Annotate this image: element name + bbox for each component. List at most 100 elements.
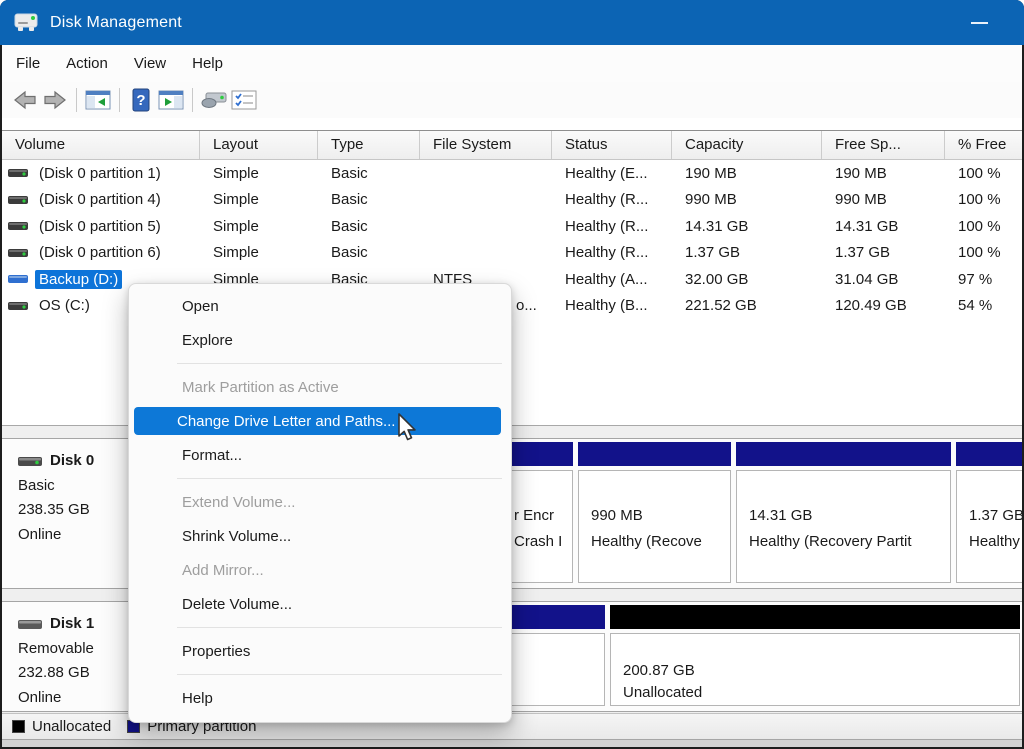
disk-name: Disk 1 [50, 612, 94, 637]
menu-file[interactable]: File [3, 45, 53, 82]
disk-icon [18, 618, 42, 631]
disk-kind: Removable [18, 637, 130, 662]
disk-state: Online [18, 523, 130, 548]
menu-separator [129, 357, 511, 370]
menu-item-delete-volume[interactable]: Delete Volume... [134, 587, 506, 621]
table-row[interactable]: (Disk 0 partition 5) Simple Basic Health… [2, 213, 1022, 240]
properties-list-button[interactable] [229, 86, 259, 114]
toolbar: ? [2, 82, 1022, 118]
menu-help[interactable]: Help [179, 45, 236, 82]
volume-name: (Disk 0 partition 1) [35, 164, 165, 183]
partition-size: 14.31 GB [737, 503, 950, 529]
cell-status: Healthy (A... [552, 271, 672, 288]
menu-separator [129, 668, 511, 681]
help-book-icon: ? [131, 88, 151, 112]
cell-capacity: 190 MB [672, 165, 822, 182]
menu-view[interactable]: View [121, 45, 179, 82]
column-header-percent-free[interactable]: % Free [945, 131, 1022, 159]
refresh-disks-icon [200, 90, 228, 110]
primary-partition-stripe [736, 442, 951, 466]
partition-1gb[interactable]: 1.37 GB Healthy ( [956, 442, 1022, 583]
cell-free-space: 1.37 GB [822, 244, 945, 261]
cell-free-space: 990 MB [822, 191, 945, 208]
primary-partition-stripe [578, 442, 731, 466]
column-header-layout[interactable]: Layout [200, 131, 318, 159]
partition-size: 200.87 GB [611, 660, 1019, 682]
back-arrow-icon [13, 90, 37, 110]
partition-unallocated[interactable]: 200.87 GB Unallocated [610, 605, 1020, 706]
volume-disk-icon [8, 247, 28, 259]
cell-type: Basic [318, 218, 420, 235]
cell-capacity: 14.31 GB [672, 218, 822, 235]
table-row[interactable]: (Disk 0 partition 6) Simple Basic Health… [2, 240, 1022, 267]
cell-layout: Simple [200, 191, 318, 208]
back-button[interactable] [10, 86, 40, 114]
cell-status: Healthy (R... [552, 191, 672, 208]
column-header-volume[interactable]: Volume [2, 131, 200, 159]
cell-free-space: 190 MB [822, 165, 945, 182]
menu-item-help[interactable]: Help [134, 681, 506, 715]
unallocated-stripe [610, 605, 1020, 629]
action-pane-icon [158, 89, 184, 111]
refresh-disks-button[interactable] [199, 86, 229, 114]
menu-separator [129, 472, 511, 485]
volume-name: (Disk 0 partition 5) [35, 217, 165, 236]
volume-name: (Disk 0 partition 4) [35, 190, 165, 209]
title-bar: Disk Management [0, 0, 1024, 45]
cell-capacity: 32.00 GB [672, 271, 822, 288]
menu-item-format[interactable]: Format... [134, 438, 506, 472]
cell-status: Healthy (B... [552, 297, 672, 314]
properties-list-icon [231, 89, 257, 111]
cell-capacity: 221.52 GB [672, 297, 822, 314]
cell-status: Healthy (E... [552, 165, 672, 182]
toolbar-separator [76, 88, 77, 112]
table-row[interactable]: (Disk 0 partition 1) Simple Basic Health… [2, 160, 1022, 187]
cell-layout: Simple [200, 165, 318, 182]
console-tree-icon [85, 89, 111, 111]
volume-disk-icon [8, 300, 28, 312]
column-header-capacity[interactable]: Capacity [672, 131, 822, 159]
menu-item-open[interactable]: Open [134, 289, 506, 323]
column-header-type[interactable]: Type [318, 131, 420, 159]
table-row[interactable]: (Disk 0 partition 4) Simple Basic Health… [2, 187, 1022, 214]
disk-state: Online [18, 686, 130, 711]
partition-990mb[interactable]: 990 MB Healthy (Recove [578, 442, 731, 583]
console-tree-button[interactable] [83, 86, 113, 114]
column-header-file-system[interactable]: File System [420, 131, 552, 159]
menu-action[interactable]: Action [53, 45, 121, 82]
cell-free-space: 14.31 GB [822, 218, 945, 235]
disk-0-info[interactable]: Disk 0 Basic 238.35 GB Online [2, 439, 131, 588]
legend-unallocated-label: Unallocated [32, 718, 111, 735]
cell-percent-free: 97 % [945, 271, 1022, 288]
menu-item-change-drive-letter[interactable]: Change Drive Letter and Paths... [134, 407, 501, 435]
minimize-button[interactable] [956, 0, 1002, 45]
cell-percent-free: 100 % [945, 191, 1022, 208]
partition-status: Healthy ( [957, 529, 1022, 555]
menu-item-extend-volume: Extend Volume... [134, 485, 506, 519]
menu-item-properties[interactable]: Properties [134, 634, 506, 668]
column-header-free-space[interactable]: Free Sp... [822, 131, 945, 159]
menu-item-explore[interactable]: Explore [134, 323, 506, 357]
menu-item-shrink-volume[interactable]: Shrink Volume... [134, 519, 506, 553]
forward-button[interactable] [40, 86, 70, 114]
volume-name: Backup (D:) [35, 270, 122, 289]
volume-disk-icon [8, 194, 28, 206]
cell-capacity: 1.37 GB [672, 244, 822, 261]
action-pane-button[interactable] [156, 86, 186, 114]
menu-separator [129, 621, 511, 634]
partition-status: Healthy (Recove [579, 529, 730, 555]
mouse-cursor [396, 413, 420, 443]
cell-layout: Simple [200, 244, 318, 261]
cell-capacity: 990 MB [672, 191, 822, 208]
help-button[interactable]: ? [126, 86, 156, 114]
window-bottom-edge [2, 739, 1022, 747]
partition-14gb[interactable]: 14.31 GB Healthy (Recovery Partit [736, 442, 951, 583]
cell-percent-free: 100 % [945, 218, 1022, 235]
volume-name: OS (C:) [35, 296, 94, 315]
menu-bar: File Action View Help [2, 45, 1022, 82]
disk-1-info[interactable]: Disk 1 Removable 232.88 GB Online [2, 602, 131, 711]
volume-name: (Disk 0 partition 6) [35, 243, 165, 262]
volume-disk-icon [8, 220, 28, 232]
disk-drive-icon [12, 10, 40, 36]
column-header-status[interactable]: Status [552, 131, 672, 159]
